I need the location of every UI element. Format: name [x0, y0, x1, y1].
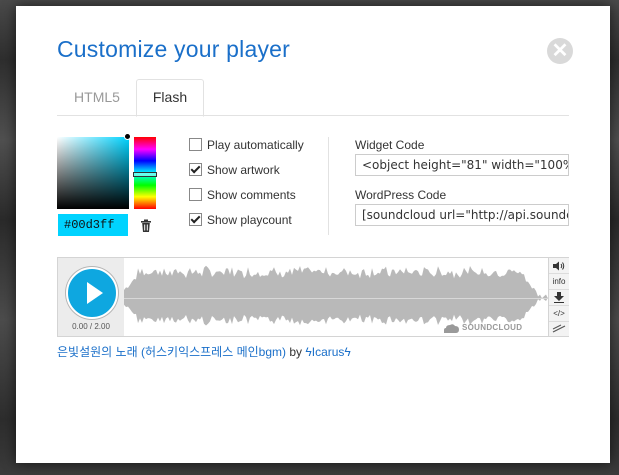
tab-html5[interactable]: HTML5 [60, 80, 134, 115]
soundcloud-logo: SOUNDCLOUD [462, 323, 523, 332]
color-picker-handle[interactable] [124, 133, 131, 140]
info-button[interactable]: info [549, 274, 569, 290]
option-play-automatically[interactable]: Play automatically [189, 137, 304, 153]
volume-icon[interactable] [549, 258, 569, 274]
dialog-title: Customize your player [57, 36, 291, 62]
waveform-midline [124, 298, 548, 299]
play-button[interactable] [66, 267, 118, 319]
trash-icon[interactable] [138, 218, 154, 234]
checkbox-show-playcount[interactable] [189, 213, 202, 226]
checkbox-play-automatically[interactable] [189, 138, 202, 151]
play-icon [87, 282, 103, 304]
option-show-playcount[interactable]: Show playcount [189, 212, 292, 228]
player-controls: 0.00 / 2.00 [58, 258, 124, 336]
tab-flash[interactable]: Flash [136, 79, 204, 117]
widget-code-field[interactable]: <object height="81" width="100%"><param … [355, 154, 569, 176]
player-side-buttons: info </> [548, 258, 569, 336]
by-label: by [289, 345, 303, 359]
close-icon[interactable]: ✕ [547, 38, 573, 64]
playback-time: 0.00 / 2.00 [72, 322, 110, 331]
wordpress-code-label: WordPress Code [355, 188, 447, 202]
option-label: Show artwork [207, 163, 280, 177]
customize-player-dialog: Customize your player ✕ HTML5 Flash #00d… [16, 6, 610, 463]
option-label: Play automatically [207, 138, 304, 152]
option-label: Show playcount [207, 213, 292, 227]
color-hex-input[interactable]: #00d3ff [58, 214, 128, 236]
track-attribution: 은빛설원의 노래 (허스키익스프레스 메인bgm) by ϟIcarusϟ [57, 343, 351, 360]
track-title-link[interactable]: 은빛설원의 노래 (허스키익스프레스 메인bgm) [57, 345, 286, 359]
options-divider [328, 137, 329, 235]
waveform-shape [124, 265, 548, 326]
soundcloud-cloud-icon [444, 324, 459, 333]
wordpress-code-field[interactable]: [soundcloud url="http://api.soundcloud.c… [355, 204, 569, 226]
option-show-artwork[interactable]: Show artwork [189, 162, 280, 178]
embed-button[interactable]: </> [549, 306, 569, 322]
artist-link[interactable]: ϟIcarusϟ [305, 345, 350, 359]
color-saturation-picker[interactable] [57, 137, 129, 209]
download-icon[interactable] [549, 290, 569, 306]
hue-slider-handle[interactable] [133, 172, 157, 177]
soundcloud-player: 0.00 / 2.00 SOUNDCLOUD info </> [57, 257, 569, 337]
share-icon[interactable] [549, 322, 569, 337]
widget-code-label: Widget Code [355, 138, 425, 152]
checkbox-show-comments[interactable] [189, 188, 202, 201]
option-show-comments[interactable]: Show comments [189, 187, 296, 203]
option-label: Show comments [207, 188, 296, 202]
tabs-divider [57, 115, 569, 116]
checkbox-show-artwork[interactable] [189, 163, 202, 176]
